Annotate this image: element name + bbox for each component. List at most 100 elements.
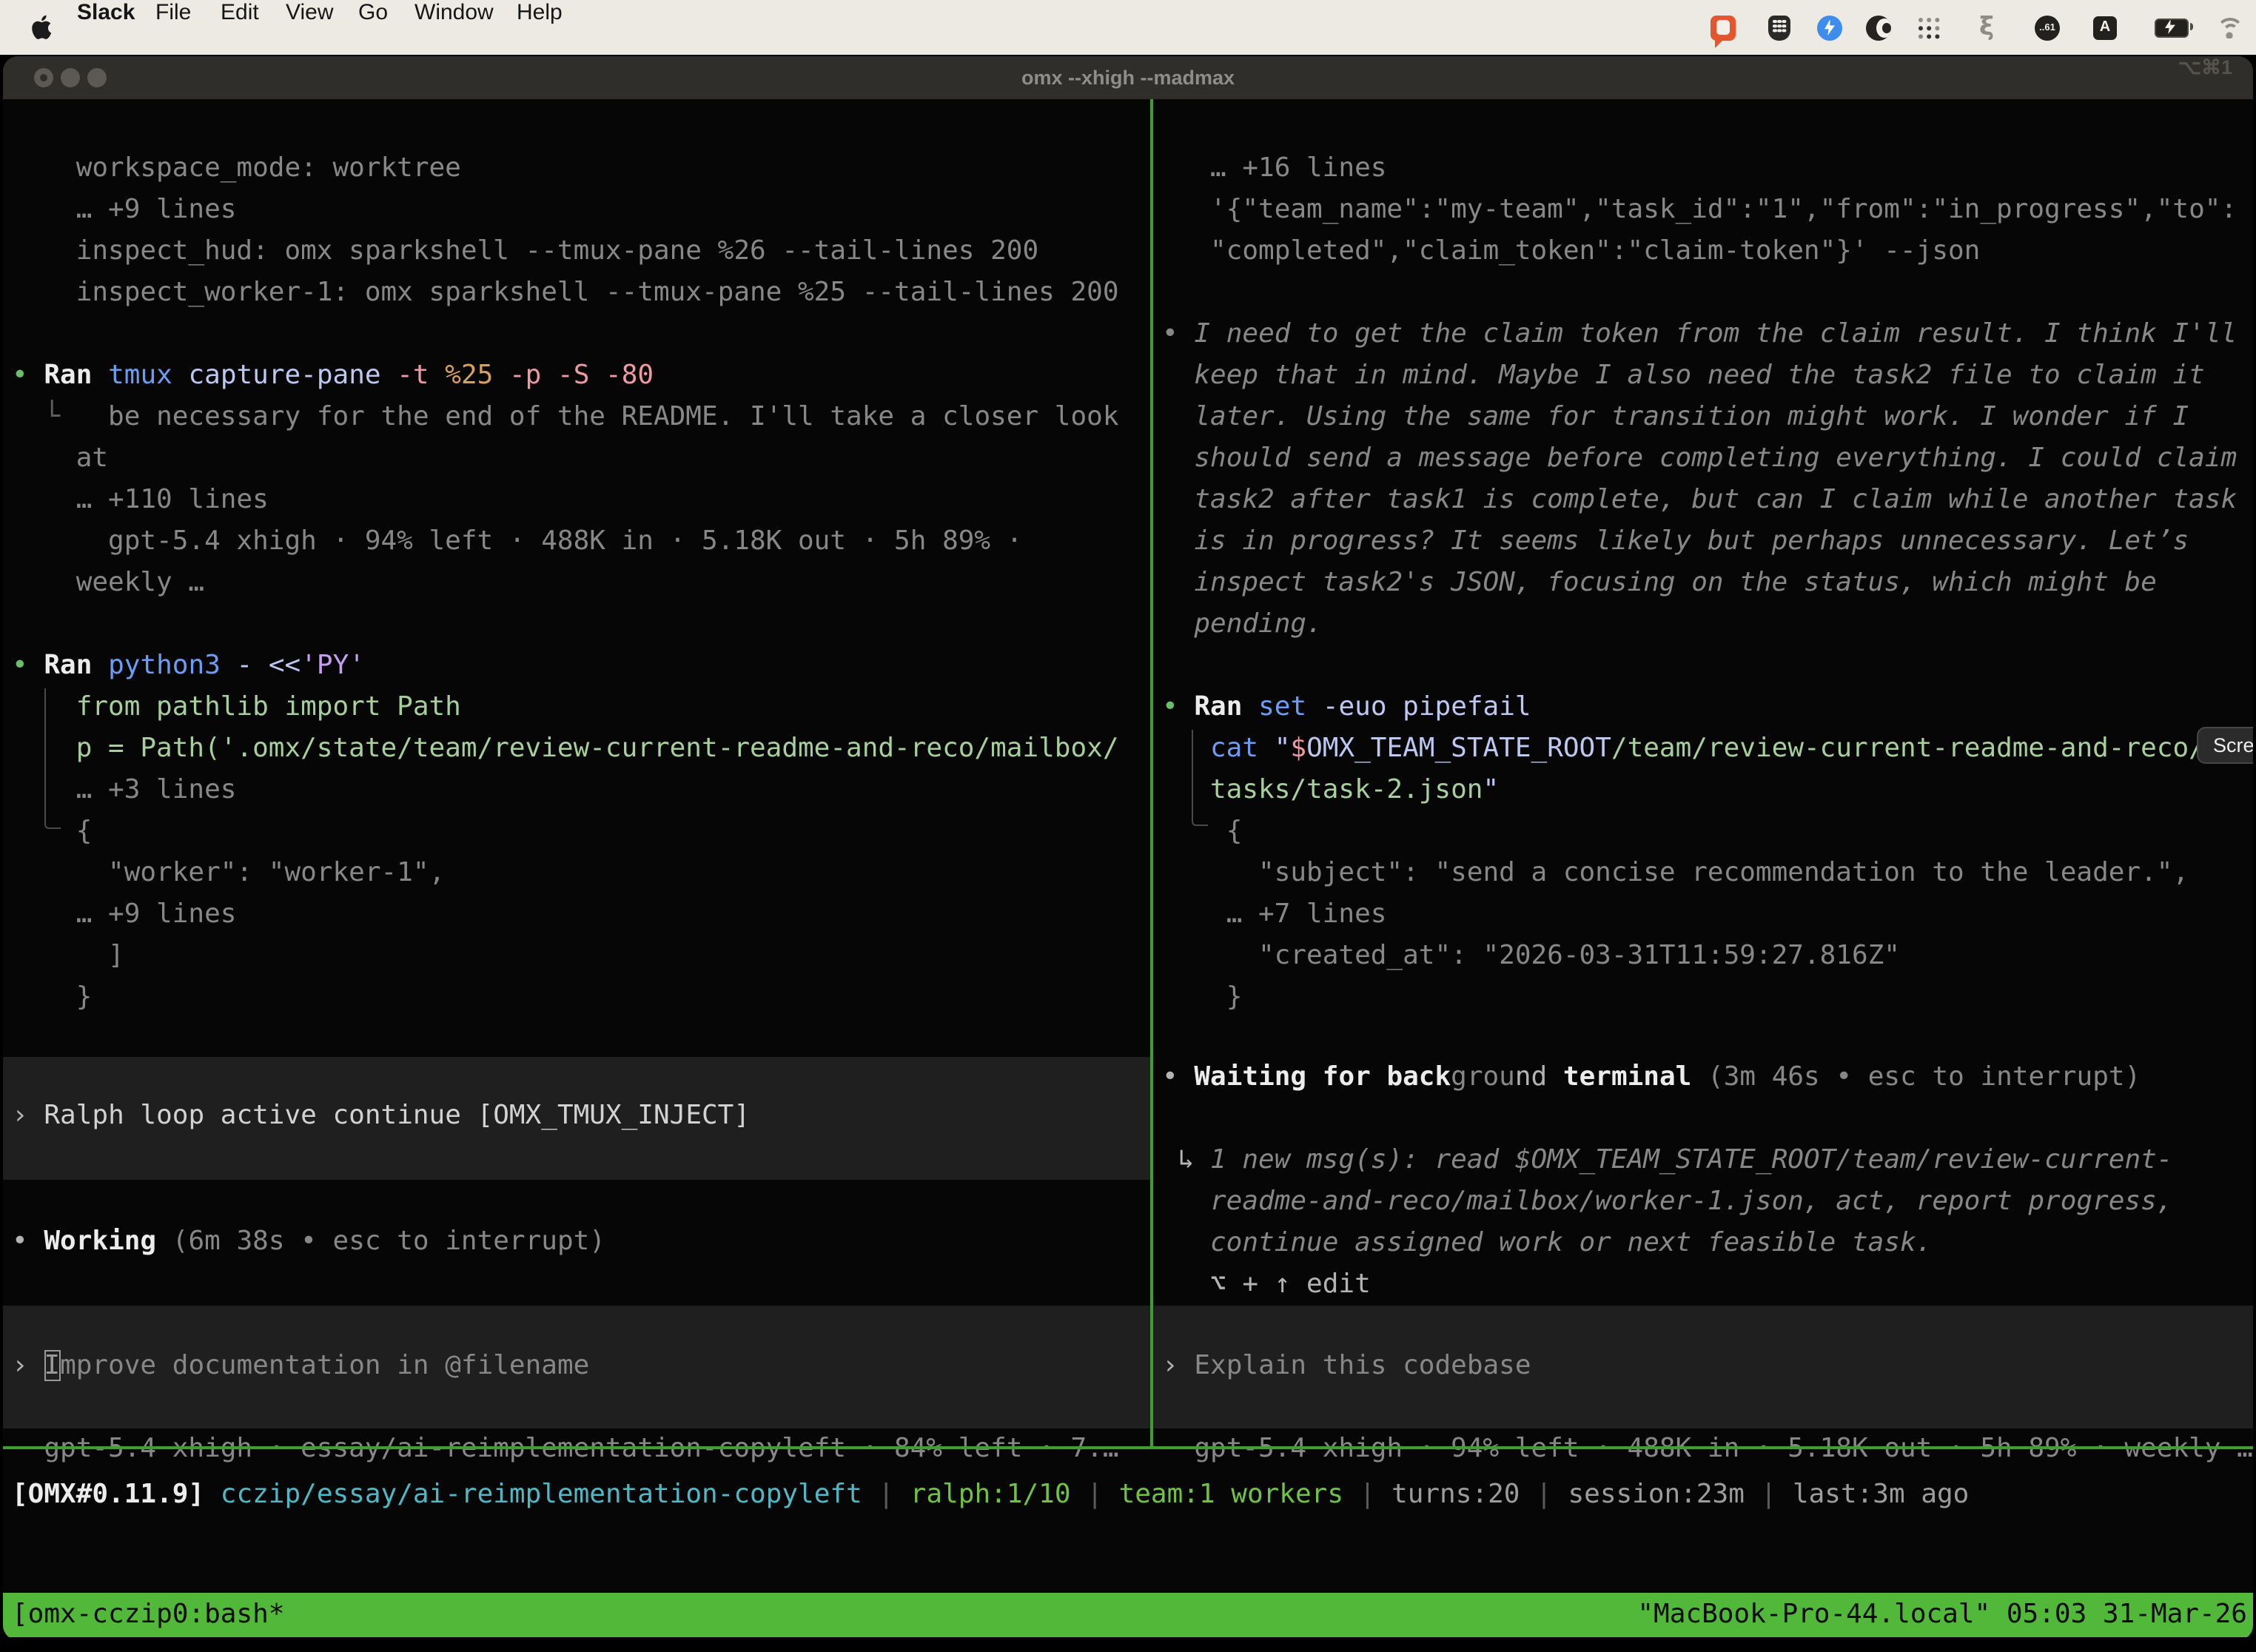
terminal-line: › Ralph loop active continue [OMX_TMUX_I… (12, 1095, 750, 1137)
zoom-button[interactable] (87, 68, 107, 87)
terminal-line: … +9 lines (12, 189, 236, 231)
menu-file[interactable]: File (155, 0, 191, 25)
close-button[interactable] (34, 68, 53, 87)
status-segment: | (1745, 1479, 1793, 1510)
text-segment: 1 new msg(s): read $OMX_TEAM_STATE_ROOT/… (1210, 1144, 2172, 1175)
text-segment: " (1275, 733, 1291, 764)
terminal-line: } (1162, 977, 1242, 1018)
text-segment: I need to get the claim token from the c… (1194, 318, 2237, 349)
screenshot-chat-icon[interactable] (1711, 15, 1736, 40)
screenshot-notification-chip[interactable]: Scre (2197, 727, 2253, 764)
squiggle-icon[interactable]: ξ (1979, 15, 1994, 40)
text-segment: "worker": "worker-1", (108, 857, 445, 888)
text-segment: should send a message before completing … (1194, 443, 2237, 474)
crescent-circle-icon[interactable] (1866, 15, 1891, 40)
status-segment: session:23m (1568, 1479, 1744, 1510)
menu-edit[interactable]: Edit (221, 0, 259, 25)
text-segment: › (12, 1100, 44, 1131)
terminal-line: … +16 lines (1162, 148, 1386, 189)
tmux-pane-left[interactable]: workspace_mode: worktree… +9 lines inspec… (3, 99, 1150, 1446)
text-segment: gpt-5.4 xhigh · 94% left · 488K in · 5.1… (108, 526, 1022, 557)
text-segment: • (12, 360, 44, 391)
text-segment: readme-and-reco/mailbox/worker-1.json, a… (1210, 1186, 2172, 1217)
text-segment: } (1226, 981, 1243, 1013)
status-segment: turns:20 (1391, 1479, 1520, 1510)
terminal-line: is in progress? It seems likely but perh… (1162, 521, 2189, 563)
terminal-line: • Ran tmux capture-pane -t %25 -p -S -80 (12, 355, 654, 397)
text-segment: terminal (1547, 1061, 1691, 1092)
text-segment: -euo pipefail (1323, 691, 1531, 722)
menu-help[interactable]: Help (517, 0, 563, 25)
text-segment: { (1226, 816, 1243, 847)
text-segment: • (12, 650, 44, 681)
text-segment: set (1258, 691, 1323, 722)
status-segment: | (1071, 1479, 1119, 1510)
text-segment: -p -S -80 (509, 360, 654, 391)
terminal-line: readme-and-reco/mailbox/worker-1.json, a… (1162, 1181, 2172, 1223)
terminal-line: inspect_hud: omx sparkshell --tmux-pane … (12, 231, 1038, 272)
text-segment: (3m 46s • esc to interrupt) (1691, 1061, 2141, 1092)
minimize-button[interactable] (61, 68, 80, 87)
text-segment: grou (1451, 1061, 1515, 1092)
terminal-line: cat "$OMX_TEAM_STATE_ROOT/team/review-cu… (1162, 728, 2205, 770)
text-segment: › (12, 1350, 44, 1381)
menu-go[interactable]: Go (358, 0, 388, 25)
text-segment: pending. (1194, 608, 1322, 639)
status-segment: last:3m ago (1793, 1479, 1969, 1510)
wifi-icon[interactable] (2216, 17, 2243, 38)
menu-view[interactable]: View (286, 0, 334, 25)
text-segment: "completed","claim_token":"claim-token"}… (1210, 235, 1980, 266)
text-segment: inspect_hud: omx sparkshell --tmux-pane … (76, 235, 1038, 266)
apple-icon[interactable] (31, 15, 52, 40)
terminal-window: omx --xhigh --madmax ⌥⌘1 workspace_mode:… (3, 56, 2253, 1640)
desktop: Slack File Edit View Go Window Help ξ ..61 A omx… (0, 0, 2256, 1652)
terminal-line: gpt-5.4 xhigh · essay/ai-reimplementatio… (12, 1428, 1119, 1470)
text-segment: - << (237, 650, 301, 681)
keypad-shield-icon[interactable] (1768, 15, 1790, 40)
text-segment: … +16 lines (1210, 152, 1386, 184)
dots-grid-icon[interactable] (1917, 16, 1941, 39)
terminal-line: └ be necessary for the end of the README… (12, 397, 1119, 438)
text-segment: } (76, 981, 93, 1013)
input-source-icon[interactable]: A (2093, 16, 2117, 39)
text-segment: is in progress? It seems likely but perh… (1194, 526, 2189, 557)
terminal-line: '{"team_name":"my-team","task_id":"1","f… (1162, 189, 2237, 231)
text-segment: … +110 lines (76, 484, 269, 515)
text-segment: … +7 lines (1226, 899, 1387, 930)
window-titlebar[interactable]: omx --xhigh --madmax ⌥⌘1 (3, 56, 2253, 99)
menu-slack[interactable]: Slack (77, 0, 135, 25)
terminal-line: { (12, 811, 92, 853)
terminal-line: … +7 lines (1162, 894, 1386, 936)
terminal-line: … +3 lines (12, 770, 236, 811)
text-segment: tasks/task-2.json (1210, 774, 1483, 805)
text-segment: └ (44, 401, 60, 432)
text-segment: 'PY' (301, 650, 365, 681)
text-segment: (6m 38s • esc to interrupt) (172, 1226, 605, 1257)
text-segment: later. Using the same for transition mig… (1194, 401, 2189, 432)
terminal-line: { (1162, 811, 1242, 853)
battery-icon[interactable] (2155, 18, 2189, 37)
menu-window[interactable]: Window (414, 0, 494, 25)
text-segment: capture-pane (188, 360, 397, 391)
text-segment: "subject": "send a concise recommendatio… (1258, 857, 2189, 888)
terminal-line: at (12, 438, 108, 480)
terminal-line: weekly … (12, 563, 204, 604)
terminal-line: ] (12, 936, 124, 977)
battery-pct-icon[interactable]: ..61 (2035, 15, 2060, 40)
pane-divider-horizontal[interactable] (3, 1446, 2253, 1449)
terminal-line: task2 after task1 is complete, but can I… (1162, 480, 2237, 521)
text-cursor: I (44, 1350, 60, 1381)
bolt-circle-icon[interactable] (1817, 15, 1842, 40)
status-segment: [OMX#0.11.9] (12, 1479, 221, 1510)
tmux-pane-right[interactable]: … +16 lines '{"team_name":"my-team","task… (1153, 99, 2253, 1446)
text-segment: { (76, 816, 93, 847)
terminal-line: gpt-5.4 xhigh · 94% left · 488K in · 5.1… (1162, 1428, 2253, 1470)
terminal-line: workspace_mode: worktree (12, 148, 461, 189)
text-segment: %25 (445, 360, 509, 391)
text-segment: at (76, 443, 108, 474)
text-segment: • (12, 1226, 44, 1257)
terminal-line: p = Path('.omx/state/team/review-current… (12, 728, 1119, 770)
terminal-line: continue assigned work or next feasible … (1162, 1223, 1932, 1264)
text-segment: Explain this codebase (1194, 1350, 1531, 1381)
text-segment: ⌥ + ↑ edit (1210, 1269, 1371, 1300)
